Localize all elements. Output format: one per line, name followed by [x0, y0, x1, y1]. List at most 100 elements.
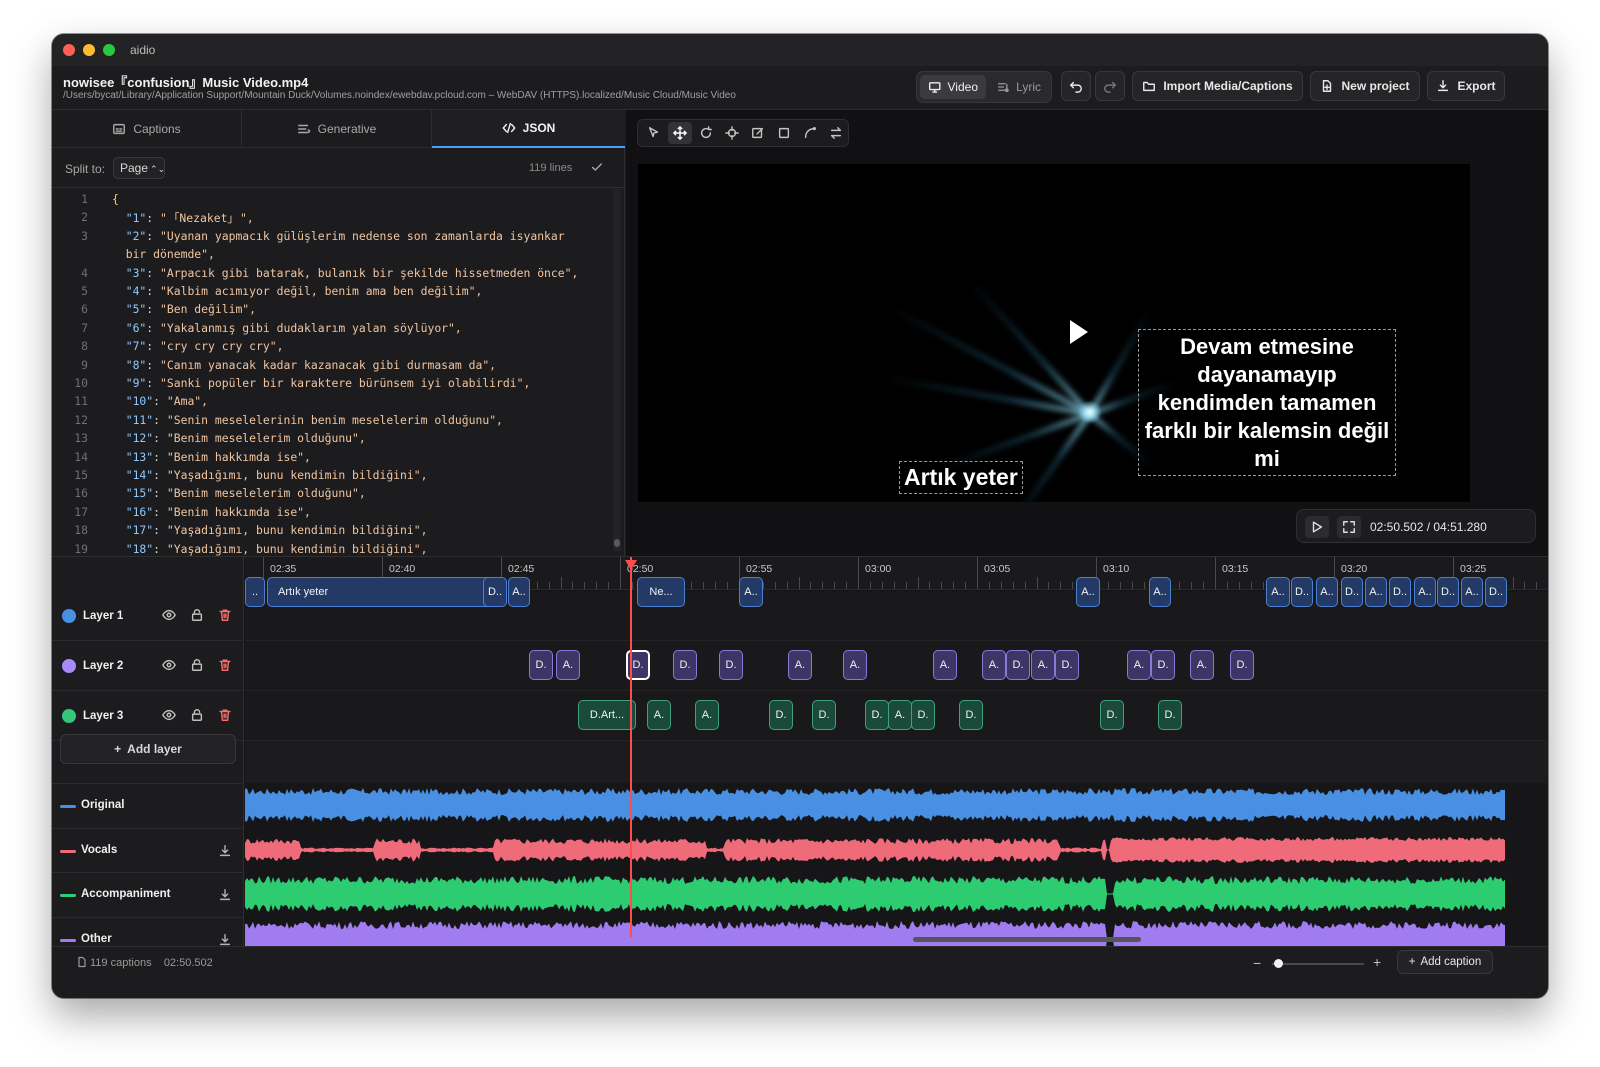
caption-clip[interactable]: D.: [769, 700, 793, 730]
timeline-tracks[interactable]: 02:35 02:40 02:45 02:50 02:55 03:00 03:05 03:10…: [245, 557, 1548, 947]
caption-clip[interactable]: D.: [911, 700, 935, 730]
eye-icon[interactable]: [162, 708, 176, 722]
caption-clip[interactable]: D..: [1437, 577, 1459, 607]
download-icon[interactable]: [218, 844, 232, 858]
caption-clip[interactable]: A.: [695, 700, 719, 730]
layer-color-dot[interactable]: [62, 709, 76, 723]
caption-clip[interactable]: D..: [483, 577, 507, 607]
layer-row-1[interactable]: Layer 1: [52, 591, 244, 641]
audio-track-row[interactable]: Original: [52, 783, 244, 827]
download-icon[interactable]: [218, 888, 232, 902]
caption-clip[interactable]: A.: [788, 650, 812, 680]
layer-3-track[interactable]: D.Art... A. A. D. D. D. A. D. D. D. D.: [245, 691, 1548, 741]
redo-button[interactable]: [1095, 71, 1125, 101]
move-tool[interactable]: [668, 122, 692, 144]
caption-clip[interactable]: A.: [647, 700, 671, 730]
caption-clip[interactable]: D.: [812, 700, 836, 730]
rotate-tool[interactable]: [694, 122, 718, 144]
caption-clip[interactable]: A..: [1076, 577, 1100, 607]
caption-clip[interactable]: D.: [529, 650, 553, 680]
layer-row-2[interactable]: Layer 2: [52, 641, 244, 691]
audio-waveform[interactable]: [245, 874, 1505, 914]
zoom-slider-knob[interactable]: [1274, 959, 1283, 968]
curve-tool[interactable]: [798, 122, 822, 144]
caption-clip[interactable]: D.: [865, 700, 889, 730]
lock-icon[interactable]: [190, 708, 204, 722]
zoom-slider[interactable]: [1272, 963, 1364, 965]
caption-clip[interactable]: A..: [739, 577, 763, 607]
fullscreen-button[interactable]: [1337, 516, 1361, 538]
audio-waveform[interactable]: [245, 830, 1505, 870]
play-icon[interactable]: [1048, 304, 1104, 360]
add-caption-button[interactable]: + Add caption: [1397, 950, 1493, 974]
json-code-editor[interactable]: 1{2 "1": " ｢Nezaket｣ ", 3 "2": "Uyanan ya…: [52, 188, 612, 556]
caption-clip[interactable]: D.: [959, 700, 983, 730]
caption-clip[interactable]: D.: [1006, 650, 1030, 680]
import-media-button[interactable]: Import Media/Captions: [1132, 71, 1303, 101]
caption-clip[interactable]: D..: [1389, 577, 1411, 607]
caption-clip[interactable]: A.: [556, 650, 580, 680]
tab-json[interactable]: JSON: [432, 110, 625, 148]
zoom-out-button[interactable]: −: [1253, 955, 1261, 971]
caption-clip[interactable]: D.: [1055, 650, 1079, 680]
select-tool[interactable]: [642, 122, 666, 144]
mode-video-button[interactable]: Video: [920, 75, 986, 99]
layer-2-track[interactable]: D. A. D. D. D. A. A. A. A. D. A. D. A. D. A. D.: [245, 641, 1548, 691]
caption-clip[interactable]: A..: [1316, 577, 1338, 607]
layer-name[interactable]: Layer 1: [83, 610, 123, 622]
caption-clip[interactable]: A..: [1365, 577, 1387, 607]
trash-icon[interactable]: [218, 608, 232, 622]
lock-icon[interactable]: [190, 608, 204, 622]
caption-clip[interactable]: A.: [1190, 650, 1214, 680]
anchor-tool[interactable]: [720, 122, 744, 144]
tab-generative[interactable]: Generative: [242, 110, 432, 148]
caption-clip[interactable]: D.: [719, 650, 743, 680]
layer-1-track[interactable]: .. Artık yeter D.. A.. Ne... A.. A.. A.. A.. D.. A…: [245, 577, 1548, 641]
play-button[interactable]: [1305, 516, 1329, 538]
layer-color-dot[interactable]: [62, 659, 76, 673]
timeline-horizontal-scrollbar[interactable]: [913, 937, 1141, 942]
caption-clip[interactable]: A.: [1031, 650, 1055, 680]
caption-clip[interactable]: D.: [1151, 650, 1175, 680]
undo-button[interactable]: [1061, 71, 1091, 101]
subtitle-right[interactable]: Devam etmesine dayanamayıp kendimden tam…: [1138, 329, 1396, 476]
audio-waveform[interactable]: [245, 785, 1505, 825]
tab-captions[interactable]: Captions: [52, 110, 242, 148]
split-select[interactable]: Page ⌃⌄: [113, 157, 165, 179]
audio-waveform[interactable]: [245, 919, 1505, 948]
download-icon[interactable]: [218, 933, 232, 947]
zoom-in-button[interactable]: +: [1373, 954, 1381, 970]
caption-clip[interactable]: D..: [1291, 577, 1313, 607]
new-project-button[interactable]: New project: [1310, 71, 1420, 101]
caption-clip[interactable]: D..: [1485, 577, 1507, 607]
rect-tool[interactable]: [772, 122, 796, 144]
caption-clip[interactable]: A..: [1414, 577, 1436, 607]
minimize-window-button[interactable]: [83, 44, 95, 56]
caption-clip[interactable]: A..: [1266, 577, 1290, 607]
layer-color-dot[interactable]: [62, 609, 76, 623]
layer-name[interactable]: Layer 2: [83, 660, 123, 672]
caption-clip[interactable]: A..: [508, 577, 530, 607]
caption-clip[interactable]: Artık yeter: [267, 577, 503, 607]
check-icon[interactable]: [590, 160, 604, 174]
editor-scrollbar[interactable]: [613, 189, 621, 551]
layer-name[interactable]: Layer 3: [83, 710, 123, 722]
caption-clip[interactable]: D..: [1341, 577, 1363, 607]
add-layer-button[interactable]: + Add layer: [60, 734, 236, 764]
caption-clip[interactable]: A..: [1461, 577, 1483, 607]
caption-clip[interactable]: D.: [1158, 700, 1182, 730]
export-button[interactable]: Export: [1427, 71, 1505, 101]
playhead[interactable]: [630, 557, 632, 937]
subtitle-bottom[interactable]: Artık yeter: [899, 461, 1023, 494]
caption-clip[interactable]: Ne...: [637, 577, 685, 607]
eye-icon[interactable]: [162, 658, 176, 672]
zoom-window-button[interactable]: [103, 44, 115, 56]
caption-clip[interactable]: D.: [673, 650, 697, 680]
audio-track-row[interactable]: Vocals: [52, 827, 244, 872]
trash-icon[interactable]: [218, 708, 232, 722]
caption-clip[interactable]: D.: [1100, 700, 1124, 730]
caption-clip[interactable]: A.: [1127, 650, 1151, 680]
audio-track-row[interactable]: Accompaniment: [52, 872, 244, 916]
caption-clip[interactable]: D.Art...: [578, 700, 636, 730]
caption-clip[interactable]: A.: [843, 650, 867, 680]
